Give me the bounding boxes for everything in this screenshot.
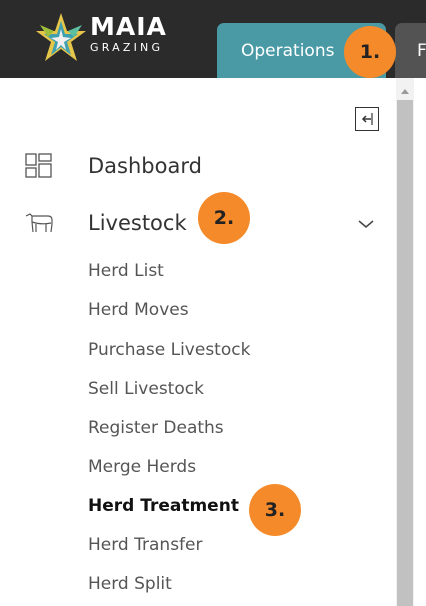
sidebar-item-dashboard[interactable]: Dashboard — [0, 146, 390, 186]
collapse-left-icon — [361, 113, 373, 125]
scroll-thumb[interactable] — [397, 100, 413, 606]
sidebar-subitem-merge-herds[interactable]: Merge Herds — [88, 457, 196, 477]
sidebar-subitem-herd-moves[interactable]: Herd Moves — [88, 300, 189, 320]
scrollbar[interactable] — [396, 78, 414, 606]
chevron-down-icon[interactable] — [358, 219, 374, 229]
sidebar-subitem-herd-split[interactable]: Herd Split — [88, 574, 172, 594]
sidebar-panel: Dashboard Livestock Herd List Herd Moves… — [0, 78, 426, 606]
collapse-sidebar-button[interactable] — [355, 107, 379, 131]
sidebar-item-livestock[interactable]: Livestock — [0, 203, 390, 243]
sidebar-subitem-sell-livestock[interactable]: Sell Livestock — [88, 379, 204, 399]
cow-icon — [25, 213, 53, 233]
brand-text: MAIA GRAZING — [90, 14, 167, 55]
sidebar-subitem-register-deaths[interactable]: Register Deaths — [88, 418, 224, 438]
dashboard-icon — [25, 153, 52, 178]
brand-subtitle: GRAZING — [90, 41, 164, 54]
tab-operations-label: Operations — [241, 40, 335, 61]
scroll-up-arrow-icon[interactable] — [401, 89, 409, 94]
maia-logo-icon — [36, 13, 86, 61]
tab-next-label: F — [417, 40, 426, 61]
sidebar-item-label: Livestock — [88, 211, 187, 235]
tab-next[interactable]: F — [395, 23, 426, 78]
annotation-badge-1: 1. — [344, 26, 396, 78]
annotation-badge-2: 2. — [198, 192, 250, 244]
sidebar-item-label: Dashboard — [88, 154, 202, 178]
brand-name: MAIA — [90, 12, 167, 41]
sidebar-subitem-herd-transfer[interactable]: Herd Transfer — [88, 535, 202, 555]
sidebar-subitem-herd-list[interactable]: Herd List — [88, 261, 164, 281]
sidebar-subitem-purchase-livestock[interactable]: Purchase Livestock — [88, 340, 250, 360]
annotation-badge-3: 3. — [249, 484, 301, 536]
sidebar-subitem-herd-treatment[interactable]: Herd Treatment — [88, 496, 239, 516]
